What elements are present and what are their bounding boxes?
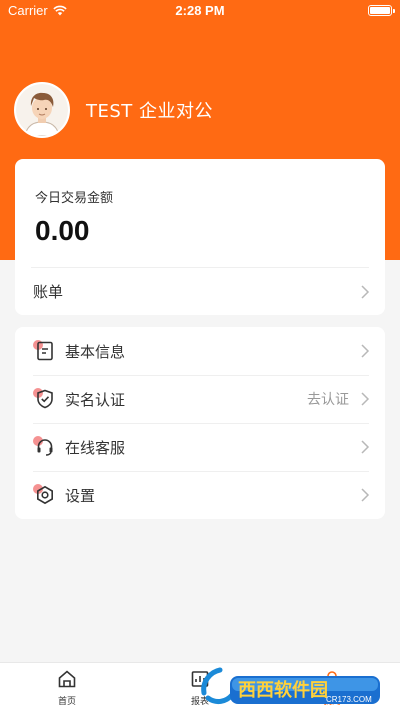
headset-icon	[33, 435, 57, 459]
menu-item-label: 基本信息	[65, 342, 126, 361]
watermark-logo: 西西软件园 CR173.COM	[196, 660, 400, 710]
menu-item-label: 在线客服	[65, 438, 126, 457]
watermark-url: CR173.COM	[326, 695, 372, 704]
menu-item-online-service[interactable]: 在线客服	[15, 423, 385, 471]
status-bar: Carrier 2:28 PM	[0, 0, 400, 22]
menu-card: 基本信息 实名认证 去认证 在线客服 设置	[15, 327, 385, 519]
menu-item-real-name-auth[interactable]: 实名认证 去认证	[15, 375, 385, 423]
chevron-right-icon	[361, 440, 370, 454]
menu-item-basic-info[interactable]: 基本信息	[15, 327, 385, 375]
company-name: TEST 企业对公	[86, 101, 214, 122]
menu-item-label: 设置	[65, 486, 96, 505]
chevron-right-icon	[361, 392, 370, 406]
verify-link[interactable]: 去认证	[307, 389, 349, 409]
today-amount-label: 今日交易金额	[35, 191, 114, 206]
tab-home[interactable]: 首页	[37, 669, 97, 707]
menu-item-label: 实名认证	[65, 390, 126, 409]
chevron-right-icon	[361, 344, 370, 358]
home-icon	[58, 670, 76, 688]
chevron-right-icon	[361, 488, 370, 502]
transaction-card: 今日交易金额 0.00 账单	[15, 159, 385, 315]
tab-label: 首页	[57, 697, 76, 707]
status-time: 2:28 PM	[175, 3, 225, 18]
avatar[interactable]	[14, 82, 70, 138]
battery-icon	[368, 5, 395, 16]
bill-row[interactable]: 账单	[15, 268, 385, 315]
profile-header[interactable]: TEST 企业对公	[14, 82, 213, 138]
watermark-brand: 西西软件园	[238, 679, 328, 701]
shield-check-icon	[33, 387, 57, 411]
info-doc-icon	[33, 339, 57, 363]
today-amount-value: 0.00	[35, 215, 90, 246]
menu-item-settings[interactable]: 设置	[15, 471, 385, 519]
bill-label: 账单	[33, 283, 64, 301]
chevron-right-icon	[361, 284, 370, 299]
settings-hex-icon	[33, 483, 57, 507]
